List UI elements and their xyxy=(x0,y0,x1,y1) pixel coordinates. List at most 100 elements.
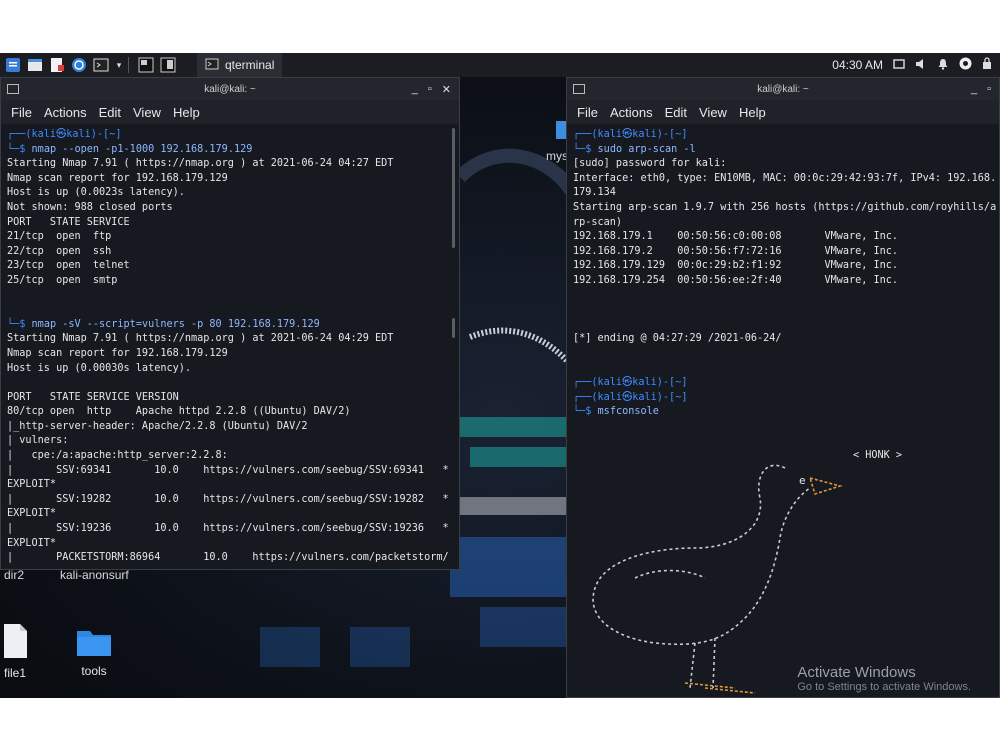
terminal-line-text: Starting Nmap 7.91 ( https://nmap.org ) … xyxy=(7,333,394,345)
terminal-line-text: | PACKETSTORM:86964 10.0 https://vulners… xyxy=(7,552,449,564)
taskbar-task-qterminal[interactable]: qterminal xyxy=(197,53,283,77)
terminal-line-text: 192.168.179.1 00:50:56:c0:00:08 VMware, … xyxy=(573,231,899,243)
text-editor-icon[interactable] xyxy=(48,56,66,74)
screen: ▾ qterminal 04:30 AM dir2 kali-anonsurf … xyxy=(0,53,1000,698)
terminal-line: 192.168.179.1 00:50:56:c0:00:08 VMware, … xyxy=(573,230,993,245)
title-bar[interactable]: kali@kali: ~ _ ▫ ✕ xyxy=(1,78,459,100)
terminal-line: 25/tcp open smtp xyxy=(7,274,453,289)
terminal-line-text: ┌──(kali㉿kali)-[~] xyxy=(573,129,688,140)
terminal-line: 192.168.179.129 00:0c:29:b2:f1:92 VMware… xyxy=(573,259,993,274)
terminal-line: ┌──(kali㉿kali)-[~] xyxy=(573,128,993,143)
terminal-line: └─$ msfconsole xyxy=(573,405,993,420)
terminal-launcher-icon[interactable] xyxy=(92,56,110,74)
scrollbar-lower[interactable] xyxy=(452,318,455,338)
system-tray: 04:30 AM xyxy=(832,57,1000,73)
terminal-line: 22/tcp open ssh xyxy=(7,245,453,260)
terminal-line-text: | SSV:69341 10.0 https://vulners.com/see… xyxy=(7,464,449,476)
menu-help[interactable]: Help xyxy=(173,105,200,120)
menu-actions[interactable]: Actions xyxy=(610,105,653,120)
terminal-line: 23/tcp open telnet xyxy=(7,259,453,274)
workspace-2-icon[interactable] xyxy=(159,56,177,74)
terminal-line-text: └─$ xyxy=(573,406,598,418)
terminal-line-text: rp-scan) xyxy=(573,216,623,228)
menu-edit[interactable]: Edit xyxy=(99,105,121,120)
folder-icon xyxy=(77,631,111,656)
terminal-window-left[interactable]: kali@kali: ~ _ ▫ ✕ File Actions Edit Vie… xyxy=(0,77,460,570)
terminal-line-text: |_http-server-header: Apache/2.2.8 (Ubun… xyxy=(7,420,308,432)
terminal-line: ┌──(kali㉿kali)-[~] xyxy=(7,128,453,143)
terminal-line: 21/tcp open ftp xyxy=(7,230,453,245)
desktop-icon-tools[interactable]: tools xyxy=(72,627,116,678)
menu-file[interactable]: File xyxy=(11,105,32,120)
terminal-line-text: 22/tcp open ssh xyxy=(7,245,112,257)
terminal-line: | SSV:19236 10.0 https://vulners.com/see… xyxy=(7,522,453,537)
terminal-line: Host is up (0.00030s latency). xyxy=(7,362,453,377)
terminal-line-text: EXPLOIT* xyxy=(7,537,57,549)
lock-icon[interactable] xyxy=(982,57,992,73)
title-bar[interactable]: kali@kali: ~ _ ▫ xyxy=(567,78,999,100)
power-icon[interactable] xyxy=(959,57,972,73)
volume-icon[interactable] xyxy=(915,58,927,73)
terminal-line: | SSV:69341 10.0 https://vulners.com/see… xyxy=(7,464,453,479)
terminal-line-text: 25/tcp open smtp xyxy=(7,274,118,286)
terminal-line-text: Starting arp-scan 1.9.7 with 256 hosts (… xyxy=(573,201,997,213)
terminal-line: Not shown: 988 closed ports xyxy=(7,201,453,216)
qterminal-icon xyxy=(205,57,219,74)
chevron-down-icon[interactable]: ▾ xyxy=(114,56,124,74)
watermark-subtitle: Go to Settings to activate Windows. xyxy=(797,681,971,693)
terminal-output[interactable]: ┌──(kali㉿kali)-[~] └─$ nmap --open -p1-10… xyxy=(1,124,459,569)
terminal-line-text: [*] ending @ 04:27:29 /2021-06-24/ xyxy=(573,333,782,345)
file-manager-icon[interactable] xyxy=(26,56,44,74)
terminal-line: ┌──(kali㉿kali)-[~] xyxy=(573,391,993,406)
desktop-label-mys[interactable]: mys xyxy=(546,149,568,163)
terminal-line-text: 23/tcp open telnet xyxy=(7,260,130,272)
terminal-line: rp-scan) xyxy=(573,216,993,231)
clock[interactable]: 04:30 AM xyxy=(832,58,883,72)
terminal-line-text: | SSV:19282 10.0 https://vulners.com/see… xyxy=(7,493,449,505)
terminal-line: ┌──(kali㉿kali)-[~] xyxy=(573,376,993,391)
terminal-line: PORT STATE SERVICE xyxy=(7,216,453,231)
terminal-command: nmap --open -p1-1000 192.168.179.129 xyxy=(31,143,253,155)
window-title: kali@kali: ~ xyxy=(204,83,256,95)
terminal-line: EXPLOIT* xyxy=(7,537,453,552)
terminal-line: Starting Nmap 7.91 ( https://nmap.org ) … xyxy=(7,157,453,172)
workspace-1-icon[interactable] xyxy=(137,56,155,74)
notification-bell-icon[interactable] xyxy=(937,58,949,73)
app-menu-icon[interactable] xyxy=(4,56,22,74)
terminal-line: 80/tcp open http Apache httpd 2.2.8 ((Ub… xyxy=(7,405,453,420)
menu-help[interactable]: Help xyxy=(739,105,766,120)
terminal-command: msfconsole xyxy=(597,406,659,418)
menu-view[interactable]: View xyxy=(133,105,161,120)
menu-view[interactable]: View xyxy=(699,105,727,120)
terminal-line: Starting Nmap 7.91 ( https://nmap.org ) … xyxy=(7,332,453,347)
terminal-line: EXPLOIT* xyxy=(7,478,453,493)
desktop-icon-file1[interactable]: file1 xyxy=(0,623,30,680)
terminal-line: Interface: eth0, type: EN10MB, MAC: 00:0… xyxy=(573,172,996,187)
terminal-line-text: ┌──(kali㉿kali)-[~] xyxy=(573,391,688,403)
desktop-label-anonsurf[interactable]: kali-anonsurf xyxy=(60,568,129,582)
menu-file[interactable]: File xyxy=(577,105,598,120)
desktop-label-dir2[interactable]: dir2 xyxy=(4,568,24,582)
scrollbar[interactable] xyxy=(452,128,455,248)
terminal-line-text: PORT STATE SERVICE xyxy=(7,216,130,228)
terminal-line-text: [sudo] password for kali: xyxy=(573,158,727,170)
terminal-line-text: PORT STATE SERVICE VERSION xyxy=(7,391,179,403)
terminal-line: Nmap scan report for 192.168.179.129 xyxy=(7,347,453,362)
terminal-line-text: └─$ xyxy=(7,318,32,330)
terminal-window-right[interactable]: kali@kali: ~ _ ▫ File Actions Edit View … xyxy=(566,77,1000,698)
desktop: dir2 kali-anonsurf mys file1 tools kali@… xyxy=(0,77,1000,698)
browser-icon[interactable] xyxy=(70,56,88,74)
terminal-line-text: | cpe:/a:apache:http_server:2.2.8: xyxy=(7,450,228,462)
terminal-line: |_http-server-header: Apache/2.2.8 (Ubun… xyxy=(7,420,453,435)
menu-actions[interactable]: Actions xyxy=(44,105,87,120)
terminal-line-text: Nmap scan report for 192.168.179.129 xyxy=(7,347,228,359)
display-icon[interactable] xyxy=(893,58,905,73)
kali-wallpaper-logo xyxy=(450,148,580,647)
menu-edit[interactable]: Edit xyxy=(665,105,687,120)
